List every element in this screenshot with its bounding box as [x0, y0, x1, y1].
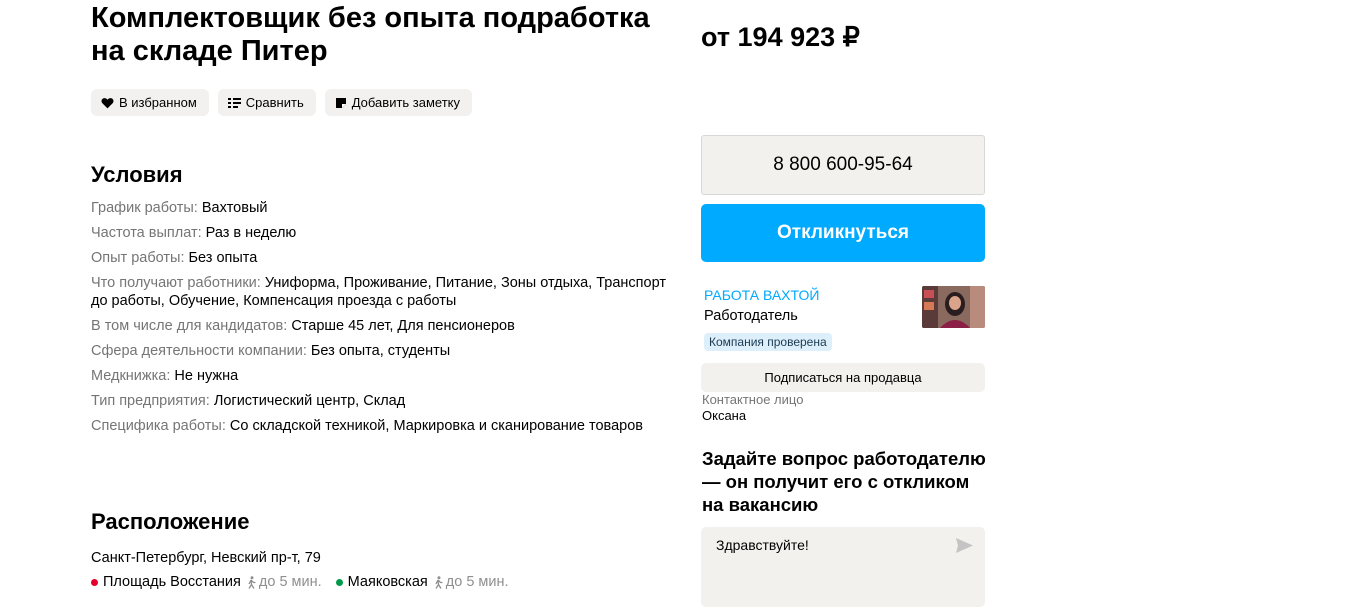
condition-item: График работы: Вахтовый	[91, 200, 268, 216]
condition-item: Что получают работники: Униформа, Прожив…	[91, 275, 666, 309]
phone-button[interactable]: 8 800 600-95-64	[701, 135, 985, 195]
walk-icon	[433, 575, 444, 589]
send-icon[interactable]	[956, 538, 973, 558]
add-note-label: Добавить заметку	[351, 95, 461, 110]
favorite-button[interactable]: В избранном	[91, 89, 209, 116]
condition-item: Специфика работы: Со складской техникой,…	[91, 418, 643, 434]
seller-role: Работодатель	[704, 308, 798, 324]
action-bar: В избранном Сравнить Добавить заметку	[91, 89, 473, 116]
metro-time: до 5 мин.	[445, 574, 509, 590]
condition-item: В том числе для кандидатов: Старше 45 ле…	[91, 318, 515, 334]
metro-stations: Площадь Восстания до 5 мин. Маяковская д…	[91, 574, 509, 590]
metro-station-name: Маяковская	[347, 574, 428, 590]
metro-station-name: Площадь Восстания	[103, 574, 241, 590]
conditions-list: График работы: Вахтовый Частота выплат: …	[91, 199, 681, 442]
compare-label: Сравнить	[245, 95, 304, 110]
condition-item: Опыт работы: Без опыта	[91, 250, 258, 266]
condition-item: Частота выплат: Раз в неделю	[91, 225, 297, 241]
salary-price: от 194 923 ₽	[701, 22, 860, 52]
note-icon	[335, 97, 347, 109]
condition-item: Тип предприятия: Логистический центр, Ск…	[91, 393, 406, 409]
address: Санкт-Петербург, Невский пр-т, 79	[91, 550, 321, 566]
question-heading: Задайте вопрос работодателю — он получит…	[702, 448, 986, 515]
message-text[interactable]: Здравствуйте!	[716, 537, 809, 553]
company-name-link[interactable]: РАБОТА ВАХТОЙ	[704, 287, 819, 303]
location-heading: Расположение	[91, 509, 250, 534]
condition-item: Медкнижка: Не нужна	[91, 368, 239, 384]
contact-name: Оксана	[702, 408, 747, 423]
subscribe-button[interactable]: Подписаться на продавца	[701, 363, 985, 392]
heart-icon	[101, 97, 114, 109]
favorite-label: В избранном	[119, 95, 197, 110]
condition-item: Сфера деятельности компании: Без опыта, …	[91, 343, 451, 359]
respond-button[interactable]: Откликнуться	[701, 204, 985, 262]
avatar[interactable]	[922, 286, 985, 328]
compare-icon	[227, 97, 241, 109]
vacancy-title: Комплектовщик без опыта подработка на ск…	[91, 2, 650, 67]
verified-badge: Компания проверена	[704, 333, 832, 351]
add-note-button[interactable]: Добавить заметку	[324, 89, 473, 116]
contact-label: Контактное лицо	[702, 392, 804, 407]
metro-line-dot	[91, 578, 98, 586]
conditions-heading: Условия	[91, 162, 183, 187]
walk-icon	[246, 575, 257, 589]
compare-button[interactable]: Сравнить	[217, 89, 316, 116]
metro-line-dot	[335, 578, 343, 586]
metro-time: до 5 мин.	[258, 574, 322, 590]
